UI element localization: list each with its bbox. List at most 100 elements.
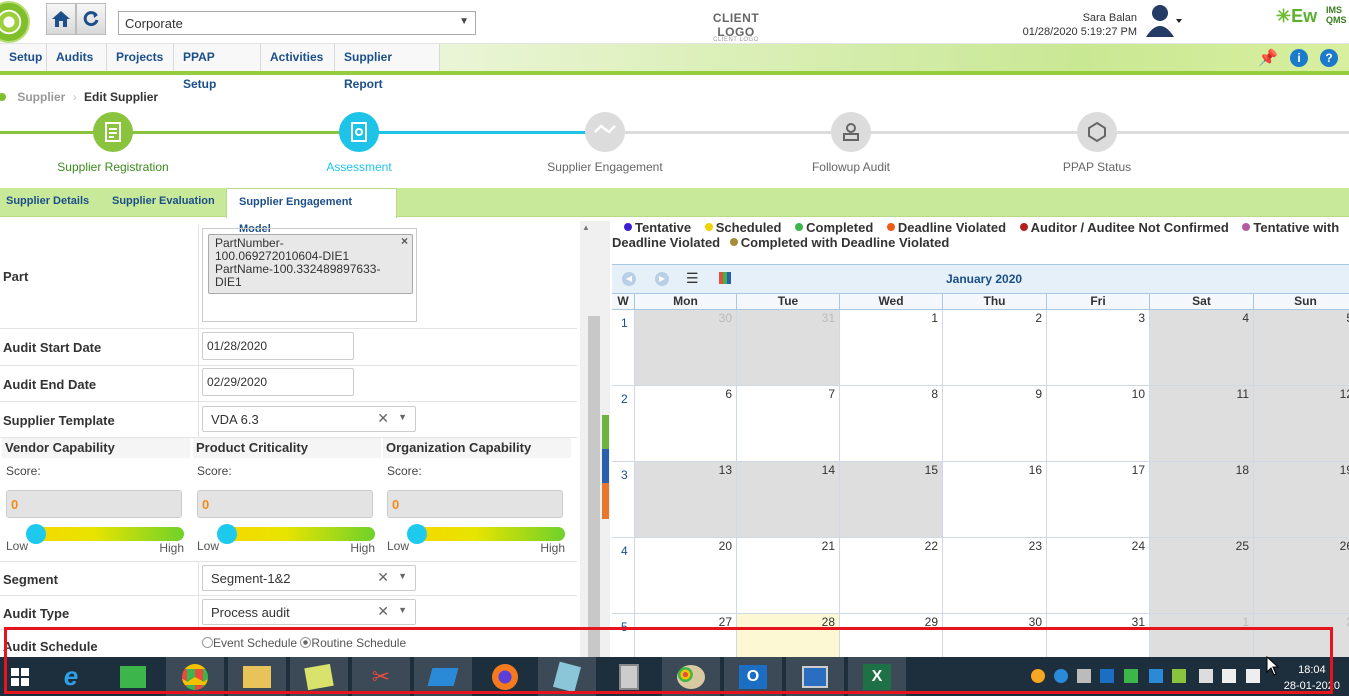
form-scrollbar[interactable]: ▲	[580, 221, 610, 661]
scroll-thumb[interactable]	[588, 316, 600, 661]
capability-slider-track[interactable]	[225, 527, 375, 541]
calendar-day-cell[interactable]: 9	[943, 386, 1047, 462]
capability-slider-track[interactable]	[34, 527, 184, 541]
routine-schedule-radio[interactable]	[300, 637, 312, 648]
help-icon[interactable]: ?	[1320, 49, 1338, 67]
end-date-input[interactable]: 02/29/2020	[202, 368, 354, 396]
firefox-taskbar-button[interactable]	[476, 657, 534, 696]
chevron-down-icon[interactable]: ▼	[398, 605, 407, 615]
tab-supplier-evaluation[interactable]: Supplier Evaluation	[106, 188, 221, 217]
nav-setup[interactable]: Setup	[0, 44, 47, 71]
explorer-taskbar-button[interactable]	[228, 657, 286, 696]
calendar-day-cell[interactable]: 14	[737, 462, 840, 538]
step-registration-icon[interactable]	[93, 112, 133, 152]
sticky-taskbar-button[interactable]	[538, 657, 596, 696]
calendar-day-cell[interactable]: 30	[635, 310, 737, 386]
calendar-day-cell[interactable]: 25	[1150, 538, 1254, 614]
step-ppap-icon[interactable]	[1077, 112, 1117, 152]
list-view-icon[interactable]: ☰	[686, 271, 699, 285]
step-followup-icon[interactable]	[831, 112, 871, 152]
paint-taskbar-button[interactable]	[662, 657, 720, 696]
nav-ppap-setup[interactable]: PPAP Setup	[174, 44, 261, 91]
calendar-day-cell[interactable]: 24	[1047, 538, 1150, 614]
nav-supplier-report[interactable]: Supplier Report	[335, 44, 440, 91]
calendar-day-cell[interactable]: 13	[635, 462, 737, 538]
calendar-day-cell[interactable]: 3	[1047, 310, 1150, 386]
tray-volume-muted-icon[interactable]	[1246, 669, 1260, 683]
segment-select[interactable]: Segment-1&2 ✕ ▼	[202, 565, 416, 591]
calendar-day-cell[interactable]: 15	[840, 462, 943, 538]
step-assessment-icon[interactable]	[339, 112, 379, 152]
remove-tag-icon[interactable]: ×	[401, 235, 408, 248]
remote-taskbar-button[interactable]	[786, 657, 844, 696]
chevron-down-icon[interactable]: ▼	[398, 412, 407, 422]
nav-audits[interactable]: Audits	[47, 44, 107, 71]
capability-slider-handle[interactable]	[217, 524, 237, 544]
notes-taskbar-button[interactable]	[290, 657, 348, 696]
outlook-taskbar-button[interactable]: O	[724, 657, 782, 696]
excel-taskbar-button[interactable]: X	[848, 657, 906, 696]
snipping-taskbar-button[interactable]: ✂	[352, 657, 410, 696]
calendar-day-cell[interactable]: 4	[1150, 310, 1254, 386]
calendar-day-cell[interactable]: 10	[1047, 386, 1150, 462]
calendar-day-cell[interactable]: 31	[737, 310, 840, 386]
calendar-day-cell[interactable]: 23	[943, 538, 1047, 614]
next-month-icon[interactable]: ▶	[655, 272, 669, 286]
app-logo-icon[interactable]	[0, 1, 30, 43]
tray-app-icon[interactable]	[1031, 669, 1045, 683]
capability-slider-handle[interactable]	[26, 524, 46, 544]
calendar-day-cell[interactable]: 1	[840, 310, 943, 386]
calendar-day-cell[interactable]: 16	[943, 462, 1047, 538]
part-multiselect[interactable]: PartNumber- 100.069272010604-DIE1 PartNa…	[202, 228, 417, 322]
calendar-day-cell[interactable]: 22	[840, 538, 943, 614]
capability-slider-track[interactable]	[415, 527, 565, 541]
nav-projects[interactable]: Projects	[107, 44, 174, 71]
audit-type-select[interactable]: Process audit ✕ ▼	[202, 599, 416, 625]
step-engagement-icon[interactable]	[585, 112, 625, 152]
capability-slider-handle[interactable]	[407, 524, 427, 544]
app-taskbar-button[interactable]	[414, 657, 472, 696]
clear-icon[interactable]: ✕	[377, 410, 389, 427]
tray-update-icon[interactable]	[1149, 669, 1163, 683]
calendar-day-cell[interactable]: 2	[943, 310, 1047, 386]
scroll-up-icon[interactable]: ▲	[582, 223, 590, 232]
start-date-input[interactable]: 01/28/2020	[202, 332, 354, 360]
tray-outlook-icon[interactable]	[1100, 669, 1114, 683]
clear-icon[interactable]: ✕	[377, 603, 389, 620]
calendar-day-cell[interactable]: 18	[1150, 462, 1254, 538]
event-schedule-label[interactable]: Event Schedule	[213, 636, 297, 650]
tray-pen-icon[interactable]	[1172, 669, 1186, 683]
chevron-down-icon[interactable]: ▼	[398, 571, 407, 581]
calendar-day-cell[interactable]: 11	[1150, 386, 1254, 462]
calendar-day-cell[interactable]: 20	[635, 538, 737, 614]
tray-chat-icon[interactable]	[1054, 669, 1068, 683]
calendar-day-cell[interactable]: 7	[737, 386, 840, 462]
home-button[interactable]	[46, 3, 76, 35]
calendar-day-cell[interactable]: 5	[1254, 310, 1349, 386]
info-icon[interactable]: i	[1290, 49, 1308, 67]
company-select[interactable]: Corporate ▼	[118, 11, 476, 35]
calendar-day-cell[interactable]: 21	[737, 538, 840, 614]
calendar-day-cell[interactable]: 26	[1254, 538, 1349, 614]
clear-icon[interactable]: ✕	[377, 569, 389, 586]
calendar-day-cell[interactable]: 17	[1047, 462, 1150, 538]
breadcrumb-supplier[interactable]: Supplier	[17, 90, 65, 104]
start-button[interactable]	[0, 657, 40, 696]
tab-supplier-details[interactable]: Supplier Details	[0, 188, 95, 217]
tray-network-icon[interactable]	[1222, 669, 1236, 683]
tray-flag-icon[interactable]	[1199, 669, 1213, 683]
avatar[interactable]	[1146, 3, 1182, 37]
calculator-taskbar-button[interactable]	[600, 657, 658, 696]
taskbar-clock[interactable]: 18:04 28-01-2020	[1284, 662, 1340, 694]
tray-security-icon[interactable]	[1124, 669, 1138, 683]
pin-icon[interactable]: 📌	[1258, 49, 1278, 67]
store-taskbar-button[interactable]	[104, 657, 162, 696]
template-select[interactable]: VDA 6.3 ✕ ▼	[202, 406, 416, 432]
grid-view-icon[interactable]	[719, 272, 731, 284]
tab-supplier-engagement-model[interactable]: Supplier Engagement Model	[226, 188, 397, 235]
chrome-taskbar-button[interactable]	[166, 657, 224, 696]
routine-schedule-label[interactable]: Routine Schedule	[311, 636, 406, 650]
nav-activities[interactable]: Activities	[261, 44, 335, 71]
prev-month-icon[interactable]: ◀	[622, 272, 636, 286]
breadcrumb-home-icon[interactable]	[0, 93, 6, 101]
